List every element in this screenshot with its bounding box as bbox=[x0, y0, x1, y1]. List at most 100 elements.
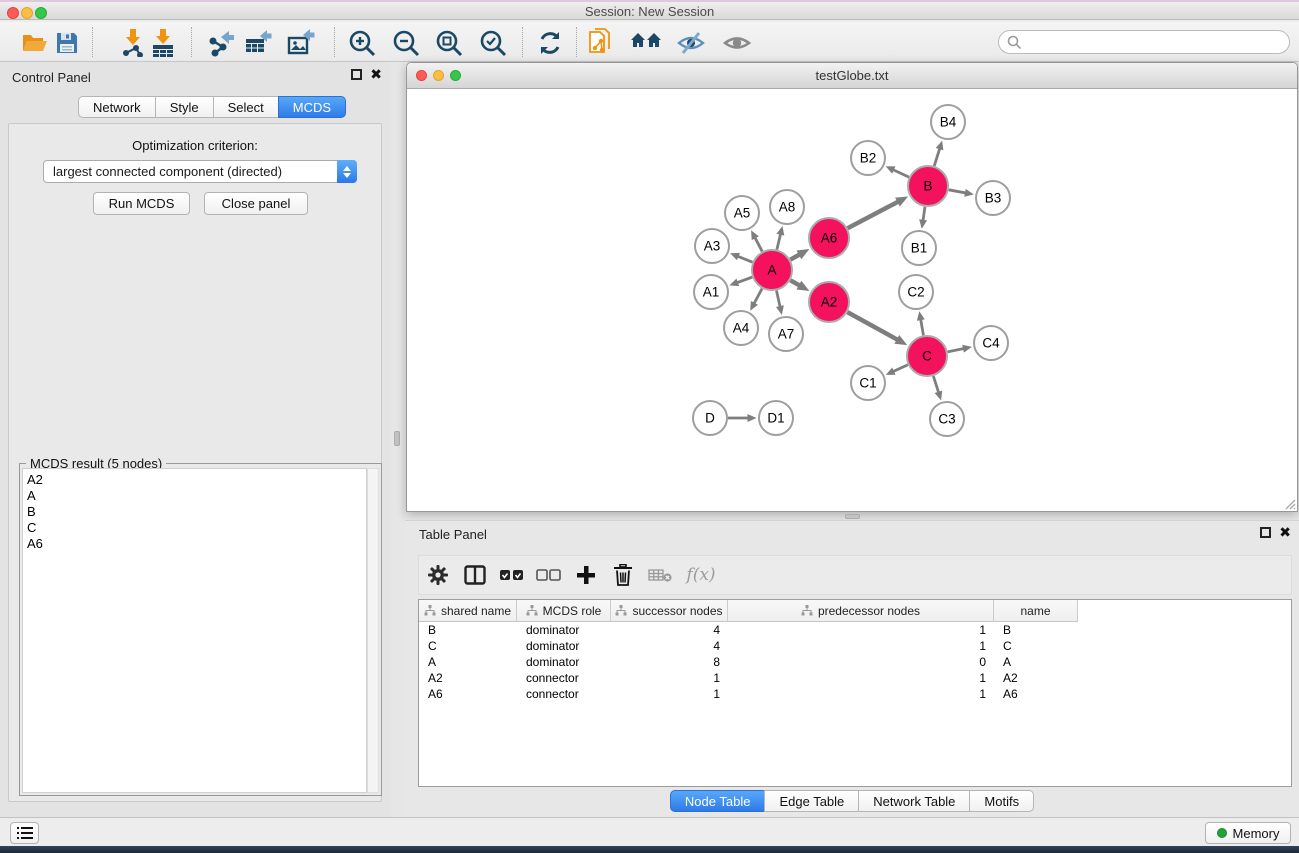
tab-mcds[interactable]: MCDS bbox=[278, 96, 346, 118]
table-cell[interactable]: B bbox=[994, 622, 1078, 638]
graph-edge-B-B1[interactable] bbox=[923, 207, 925, 222]
graph-edge-C-C2[interactable] bbox=[920, 318, 923, 335]
show-columns-icon[interactable] bbox=[456, 560, 493, 590]
table-row[interactable]: Cdominator41C bbox=[419, 638, 1291, 654]
graph-edge-C-C1[interactable] bbox=[892, 365, 908, 372]
import-table-icon[interactable] bbox=[146, 26, 180, 60]
select-all-icon[interactable] bbox=[493, 560, 530, 590]
tab-network-table[interactable]: Network Table bbox=[858, 790, 970, 812]
table-cell[interactable]: A2 bbox=[994, 670, 1078, 686]
graph-edge-A-A7[interactable] bbox=[776, 291, 780, 309]
table-cell[interactable]: 1 bbox=[728, 670, 994, 686]
horizontal-scroll-thumb[interactable] bbox=[845, 514, 860, 519]
table-cell[interactable]: A bbox=[994, 654, 1078, 670]
tab-node-table[interactable]: Node Table bbox=[670, 790, 766, 812]
graph-edge-A-A8[interactable] bbox=[777, 233, 781, 250]
graph-edge-A6-B[interactable] bbox=[848, 201, 900, 228]
column-header-predecessor-nodes[interactable]: predecessor nodes bbox=[728, 600, 994, 622]
table-cell[interactable]: B bbox=[419, 622, 517, 638]
float-table-panel-icon[interactable] bbox=[1260, 527, 1271, 538]
table-cell[interactable]: connector bbox=[517, 670, 611, 686]
table-cell[interactable]: dominator bbox=[517, 638, 611, 654]
table-cell[interactable]: 4 bbox=[611, 622, 728, 638]
table-cell[interactable]: dominator bbox=[517, 622, 611, 638]
table-cell[interactable]: A6 bbox=[419, 686, 517, 702]
tab-select[interactable]: Select bbox=[213, 96, 279, 118]
table-cell[interactable]: 1 bbox=[728, 638, 994, 654]
mcds-result-item[interactable]: B bbox=[27, 504, 366, 520]
zoom-in-icon[interactable] bbox=[345, 26, 379, 60]
add-column-icon[interactable] bbox=[567, 560, 604, 590]
graph-edge-C-C4[interactable] bbox=[948, 348, 965, 352]
export-network-icon[interactable] bbox=[204, 26, 238, 60]
graph-edge-A-A3[interactable] bbox=[737, 256, 753, 262]
table-row[interactable]: Bdominator41B bbox=[419, 622, 1291, 638]
open-file-icon[interactable] bbox=[18, 26, 52, 60]
graph-edge-A-A5[interactable] bbox=[754, 236, 762, 251]
close-panel-icon[interactable]: ✖ bbox=[370, 69, 382, 80]
table-row[interactable]: A2connector11A2 bbox=[419, 670, 1291, 686]
home-network-icon[interactable] bbox=[629, 26, 663, 60]
tab-network[interactable]: Network bbox=[78, 96, 156, 118]
table-cell[interactable]: A2 bbox=[419, 670, 517, 686]
run-mcds-button[interactable]: Run MCDS bbox=[93, 192, 190, 215]
resize-grip-icon[interactable] bbox=[1282, 496, 1296, 510]
tab-style[interactable]: Style bbox=[155, 96, 214, 118]
tab-motifs[interactable]: Motifs bbox=[969, 790, 1034, 812]
mcds-list-scrollbar[interactable] bbox=[367, 468, 379, 793]
graph-edge-B-B2[interactable] bbox=[892, 169, 909, 177]
column-header-name[interactable]: name bbox=[994, 600, 1078, 622]
table-cell[interactable]: 0 bbox=[728, 654, 994, 670]
table-cell[interactable]: A6 bbox=[994, 686, 1078, 702]
mcds-result-item[interactable]: C bbox=[27, 520, 366, 536]
table-cell[interactable]: 1 bbox=[728, 622, 994, 638]
float-panel-icon[interactable] bbox=[351, 69, 362, 80]
graph-edge-B-B3[interactable] bbox=[949, 190, 967, 193]
panel-splitter[interactable] bbox=[390, 62, 405, 817]
table-cell[interactable]: 8 bbox=[611, 654, 728, 670]
graph-edge-A-A4[interactable] bbox=[753, 289, 762, 305]
column-header-mcds-role[interactable]: MCDS role bbox=[517, 600, 611, 622]
graph-edge-B-B4[interactable] bbox=[934, 147, 940, 166]
mcds-result-item[interactable]: A2 bbox=[27, 472, 366, 488]
graph-edge-C-C3[interactable] bbox=[933, 376, 939, 394]
vertical-scroll-thumb[interactable] bbox=[394, 431, 400, 446]
graph-edge-A2-C[interactable] bbox=[847, 312, 898, 340]
apply-function-icon[interactable]: f(x) bbox=[678, 560, 724, 590]
table-cell[interactable]: dominator bbox=[517, 654, 611, 670]
close-table-panel-icon[interactable]: ✖ bbox=[1279, 527, 1291, 538]
zoom-out-icon[interactable] bbox=[389, 26, 423, 60]
mcds-result-item[interactable]: A6 bbox=[27, 536, 366, 552]
table-row[interactable]: Adominator80A bbox=[419, 654, 1291, 670]
delete-column-icon[interactable] bbox=[604, 560, 641, 590]
mcds-result-item[interactable]: A bbox=[27, 488, 366, 504]
table-settings-icon[interactable] bbox=[419, 560, 456, 590]
export-image-icon[interactable] bbox=[284, 26, 318, 60]
refresh-icon[interactable] bbox=[533, 26, 567, 60]
table-cell[interactable]: 1 bbox=[728, 686, 994, 702]
zoom-fit-icon[interactable] bbox=[432, 26, 466, 60]
clone-network-icon[interactable] bbox=[583, 26, 617, 60]
column-header-successor-nodes[interactable]: successor nodes bbox=[611, 600, 728, 622]
show-panel-eye-icon[interactable] bbox=[720, 26, 754, 60]
deselect-all-icon[interactable] bbox=[530, 560, 567, 590]
table-cell[interactable]: connector bbox=[517, 686, 611, 702]
import-network-icon[interactable] bbox=[116, 26, 150, 60]
hide-panel-eye-icon[interactable] bbox=[674, 26, 708, 60]
memory-button[interactable]: Memory bbox=[1205, 822, 1291, 844]
column-header-shared-name[interactable]: shared name bbox=[419, 600, 517, 622]
tab-edge-table[interactable]: Edge Table bbox=[764, 790, 859, 812]
delete-table-icon[interactable] bbox=[641, 560, 678, 590]
network-window-titlebar[interactable]: testGlobe.txt bbox=[407, 63, 1297, 89]
close-panel-button[interactable]: Close panel bbox=[204, 192, 308, 215]
table-cell[interactable]: C bbox=[994, 638, 1078, 654]
zoom-selected-icon[interactable] bbox=[476, 26, 510, 60]
table-cell[interactable]: 1 bbox=[611, 686, 728, 702]
search-input[interactable] bbox=[998, 30, 1290, 54]
table-cell[interactable]: C bbox=[419, 638, 517, 654]
task-history-button[interactable] bbox=[10, 822, 39, 844]
export-table-icon[interactable] bbox=[241, 26, 275, 60]
optimization-select[interactable]: largest connected component (directed) bbox=[43, 160, 357, 183]
graph-edge-A-A1[interactable] bbox=[736, 277, 752, 283]
table-cell[interactable]: 4 bbox=[611, 638, 728, 654]
